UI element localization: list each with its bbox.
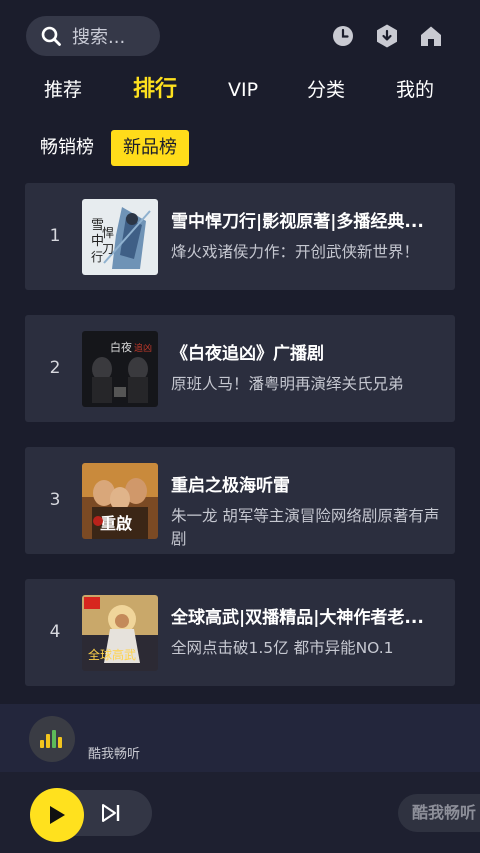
item-title: 重启之极海听雷 bbox=[171, 476, 290, 496]
ranking-subtabs: 畅销榜 新品榜 bbox=[0, 130, 480, 170]
cover-image: 全球高武 bbox=[82, 595, 158, 671]
svg-text:全球高武: 全球高武 bbox=[88, 647, 136, 662]
item-description: 烽火戏诸侯力作：开创武侠新世界！ bbox=[171, 243, 420, 261]
item-description: 原班人马！潘粤明再演绎关氏兄弟 bbox=[171, 375, 404, 393]
home-button[interactable] bbox=[417, 22, 445, 50]
subtab-bestseller[interactable]: 畅销榜 bbox=[28, 130, 106, 166]
top-bar: 搜索... bbox=[0, 0, 480, 70]
ranking-item[interactable]: 2 白夜 追凶 《白夜追凶》广播剧 原班人马！潘粤明再演绎关氏兄弟 bbox=[25, 315, 455, 422]
home-icon bbox=[421, 26, 441, 46]
skip-next-icon bbox=[102, 804, 120, 822]
svg-text:行: 行 bbox=[91, 250, 103, 264]
search-box[interactable]: 搜索... bbox=[26, 16, 160, 56]
ranking-item[interactable]: 3 重啟 重启之极海听雷 朱一龙 胡军等主演冒险网络剧原著有声剧 bbox=[25, 447, 455, 554]
cover-image: 重啟 bbox=[82, 463, 158, 539]
cover-image: 白夜 追凶 bbox=[82, 331, 158, 407]
clock-icon bbox=[333, 26, 353, 46]
svg-text:刀: 刀 bbox=[102, 242, 114, 256]
item-title: 雪中悍刀行|影视原著|多播经典... bbox=[171, 212, 424, 232]
item-description: 朱一龙 胡军等主演冒险网络剧原著有声剧 bbox=[171, 507, 440, 548]
search-icon bbox=[41, 26, 61, 46]
download-button[interactable] bbox=[373, 22, 401, 50]
rank-number: 1 bbox=[49, 226, 61, 246]
search-placeholder: 搜索... bbox=[72, 27, 126, 48]
tab-ranking[interactable]: 排行 bbox=[133, 72, 177, 108]
history-button[interactable] bbox=[329, 22, 357, 50]
rank-number: 2 bbox=[49, 358, 61, 378]
ranking-item[interactable]: 1 雪 中 悍 刀 行 雪中悍刀行|影视原著|多播经典... 烽火戏诸侯力作：开… bbox=[25, 183, 455, 290]
play-icon bbox=[50, 806, 65, 824]
tab-mine[interactable]: 我的 bbox=[396, 72, 434, 108]
item-title: 《白夜追凶》广播剧 bbox=[171, 344, 324, 364]
svg-text:悍: 悍 bbox=[102, 226, 114, 240]
sound-wave-icon bbox=[40, 730, 62, 748]
download-icon bbox=[377, 24, 397, 48]
tab-recommend[interactable]: 推荐 bbox=[44, 72, 82, 108]
subtab-new-arrivals[interactable]: 新品榜 bbox=[111, 130, 189, 166]
brand-button[interactable]: 酷我畅听 bbox=[398, 794, 480, 832]
item-title: 全球高武|双播精品|大神作者老... bbox=[171, 608, 424, 628]
rank-number: 3 bbox=[49, 490, 61, 510]
tab-category[interactable]: 分类 bbox=[307, 72, 345, 108]
play-button[interactable] bbox=[30, 788, 84, 842]
app-brand-label: 酷我畅听 bbox=[88, 747, 141, 762]
tab-vip[interactable]: VIP bbox=[228, 72, 258, 108]
svg-text:重啟: 重啟 bbox=[100, 514, 132, 533]
svg-text:追凶: 追凶 bbox=[134, 342, 152, 354]
app-logo[interactable] bbox=[29, 716, 75, 762]
main-tabs: 推荐 排行 VIP 分类 我的 bbox=[0, 72, 480, 116]
next-track-button[interactable] bbox=[96, 800, 126, 826]
item-description: 全网点击破1.5亿 都市异能NO.1 bbox=[171, 639, 394, 657]
ranking-item[interactable]: 4 全球高武 全球高武|双播精品|大神作者老... 全网点击破1.5亿 都市异能… bbox=[25, 579, 455, 686]
rank-number: 4 bbox=[49, 622, 61, 642]
cover-image: 雪 中 悍 刀 行 bbox=[82, 199, 158, 275]
svg-text:白夜: 白夜 bbox=[110, 340, 132, 354]
